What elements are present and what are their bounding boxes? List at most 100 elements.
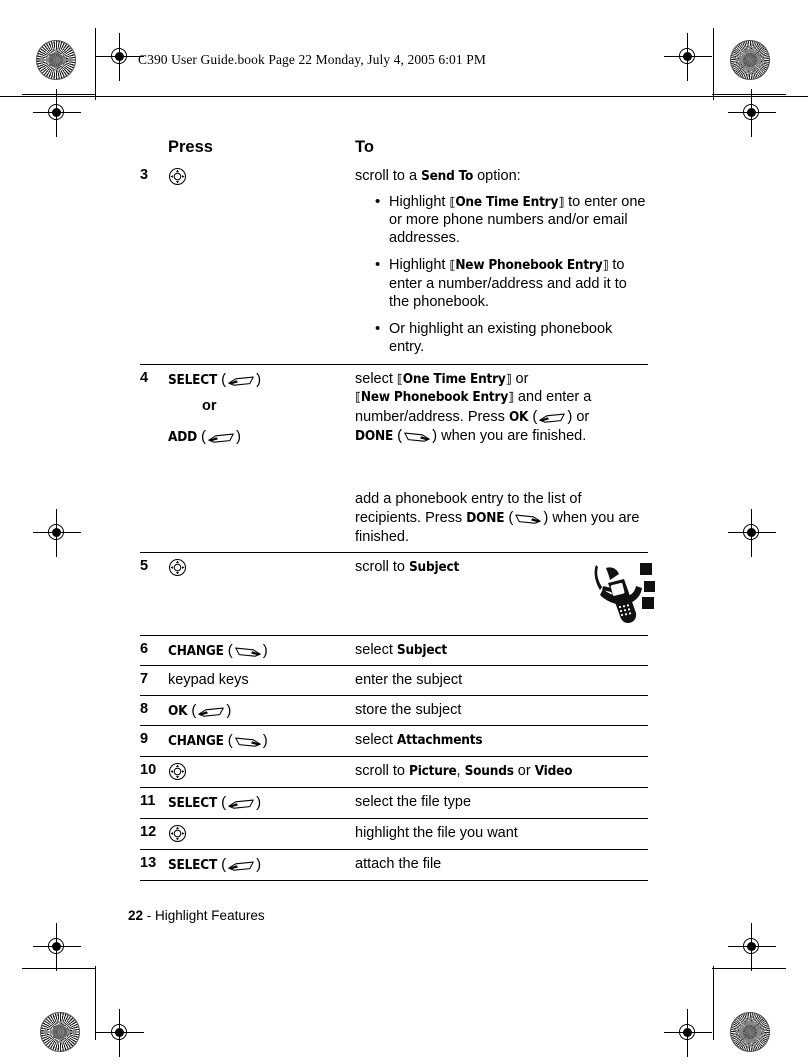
alt-press-wrap: ADD ( ) bbox=[168, 418, 355, 447]
print-star-target-top-left bbox=[36, 40, 76, 80]
left-softkey-icon bbox=[233, 645, 263, 659]
list-item: • Or highlight an existing phonebook entr… bbox=[375, 320, 648, 357]
step-to-cell: select the file type bbox=[355, 787, 648, 819]
right-softkey-icon bbox=[196, 705, 226, 719]
step-number: 7 bbox=[140, 665, 168, 696]
step-to-cell: highlight the file you want bbox=[355, 817, 648, 850]
softkey-label-ok: OK bbox=[168, 702, 188, 719]
table-row: 13 SELECT ( ) attach the file bbox=[140, 849, 648, 881]
table-row: 7 keypad keys enter the subject bbox=[140, 665, 648, 696]
step-to-cell: attach the file bbox=[355, 849, 648, 881]
nav-key-icon bbox=[168, 167, 187, 186]
column-header-press: Press bbox=[168, 138, 213, 156]
table-row: 9 CHANGE ( ) select Attachments bbox=[140, 725, 648, 757]
step-number: 13 bbox=[140, 849, 168, 881]
to-sep-text: or bbox=[513, 762, 535, 779]
step-number: 5 bbox=[140, 551, 168, 635]
to-lead-text: scroll to a bbox=[355, 168, 422, 184]
table-bottom-rule-row bbox=[140, 880, 648, 881]
step-to-cell: scroll to Subject bbox=[355, 551, 655, 635]
ui-label-send-to: Send To bbox=[421, 168, 474, 184]
ui-label-one-time-entry: One Time Entry bbox=[402, 370, 506, 387]
table-row: 6 CHANGE ( ) select Subject bbox=[140, 634, 648, 666]
to-sep-text: , bbox=[456, 762, 465, 779]
step-press-cell: CHANGE ( ) bbox=[168, 634, 355, 666]
column-header-to: To bbox=[355, 138, 374, 156]
procedure-table-container: Press To 3 scroll to a Send To option: •… bbox=[140, 138, 655, 881]
bullet-icon: • bbox=[375, 256, 381, 274]
footer-page-number: 22 bbox=[128, 908, 144, 923]
step-press-cell: OK ( ) bbox=[168, 694, 355, 726]
step-number: 3 bbox=[140, 167, 149, 183]
paren-close: ) bbox=[262, 732, 268, 750]
table-row: 8 OK ( ) store the subject bbox=[140, 694, 648, 726]
step-number: 9 bbox=[140, 725, 168, 757]
right-softkey-icon bbox=[537, 411, 567, 425]
step-press-cell bbox=[168, 162, 355, 364]
page-footer: 22 - Highlight Features bbox=[128, 908, 265, 923]
left-softkey-icon bbox=[513, 512, 543, 526]
softkey-label-select: SELECT bbox=[168, 857, 218, 874]
step-press-cell: SELECT ( ) bbox=[168, 787, 355, 819]
softkey-label-select: SELECT bbox=[168, 371, 218, 388]
step-press-cell bbox=[168, 755, 355, 788]
registration-mark-bottom-right-inner bbox=[664, 1009, 712, 1057]
step-to-cell: scroll to a Send To option: • Highlight ⟦… bbox=[355, 162, 648, 364]
registration-mark-top-right-inner bbox=[664, 33, 712, 81]
flip-phone-illustration-icon bbox=[586, 559, 658, 625]
registration-mark-right-middle bbox=[728, 509, 776, 557]
step-to-cell: store the subject bbox=[355, 694, 648, 726]
to-lead-text: select bbox=[355, 732, 397, 749]
table-header-row: Press To bbox=[140, 138, 648, 162]
step-to-cell: select Attachments bbox=[355, 725, 648, 757]
left-softkey-icon bbox=[233, 735, 263, 749]
softkey-label-select: SELECT bbox=[168, 795, 218, 812]
step-to-cell: enter the subject bbox=[355, 665, 648, 696]
step-number: 4 bbox=[140, 363, 168, 552]
to-mid-text: or bbox=[572, 408, 590, 425]
step-to-cell: select ⟦One Time Entry⟧ or ⟦New Phoneboo… bbox=[355, 363, 648, 552]
ui-label-new-phonebook-entry: New Phonebook Entry bbox=[360, 389, 509, 406]
registration-mark-left-lower bbox=[33, 923, 81, 971]
trim-line-bottom-right-horizontal bbox=[712, 968, 786, 970]
list-item: • Highlight ⟦New Phonebook Entry⟧ to ente… bbox=[375, 256, 648, 311]
trim-line-right-vertical-bottom bbox=[713, 966, 715, 1040]
to-lead-text: scroll to bbox=[355, 762, 409, 779]
step-press-cell: SELECT ( ) or ADD ( ) bbox=[168, 363, 355, 552]
step-press-cell bbox=[168, 551, 355, 635]
nav-key-icon bbox=[168, 824, 187, 843]
nav-key-icon bbox=[168, 558, 187, 577]
softkey-label-add: ADD bbox=[168, 428, 197, 445]
right-softkey-icon bbox=[206, 431, 236, 445]
trim-line-right-vertical bbox=[713, 28, 715, 100]
nav-key-icon bbox=[168, 762, 187, 781]
step-number: 6 bbox=[140, 634, 168, 666]
to-tail-text: when you are finished. bbox=[437, 428, 587, 445]
bullet-pre-text: Or highlight an existing phonebook entry… bbox=[389, 321, 613, 356]
ui-label-video: Video bbox=[534, 762, 573, 779]
step-press-cell: CHANGE ( ) bbox=[168, 725, 355, 757]
bullet-pre-text: Highlight bbox=[389, 193, 450, 210]
header-divider bbox=[0, 96, 808, 98]
registration-mark-right-lower bbox=[728, 923, 776, 971]
step-number: 12 bbox=[140, 817, 168, 850]
registration-mark-left-upper bbox=[33, 89, 81, 137]
ui-label-subject: Subject bbox=[409, 558, 460, 575]
trim-line-bottom-left-horizontal bbox=[22, 968, 96, 970]
to-mid-text: or bbox=[511, 370, 529, 387]
step-to-cell: select Subject bbox=[355, 634, 648, 666]
paren-close: ) bbox=[262, 641, 268, 659]
table-row: 4 SELECT ( ) or ADD ( ) select ⟦One Time… bbox=[140, 363, 648, 552]
trim-line-left-vertical-bottom bbox=[95, 966, 97, 1040]
paren-close: ) bbox=[236, 427, 242, 445]
step-press-cell: keypad keys bbox=[168, 665, 355, 696]
softkey-label-change: CHANGE bbox=[168, 642, 224, 659]
paren-close: ) bbox=[256, 370, 262, 388]
trim-line-left-vertical bbox=[95, 28, 97, 100]
table-row: 11 SELECT ( ) select the file type bbox=[140, 787, 648, 819]
ui-label-picture: Picture bbox=[409, 762, 457, 779]
footer-section-title: Highlight Features bbox=[155, 908, 265, 923]
step-number: 8 bbox=[140, 694, 168, 726]
softkey-label-done: DONE bbox=[466, 510, 505, 527]
right-softkey-icon bbox=[226, 797, 256, 811]
